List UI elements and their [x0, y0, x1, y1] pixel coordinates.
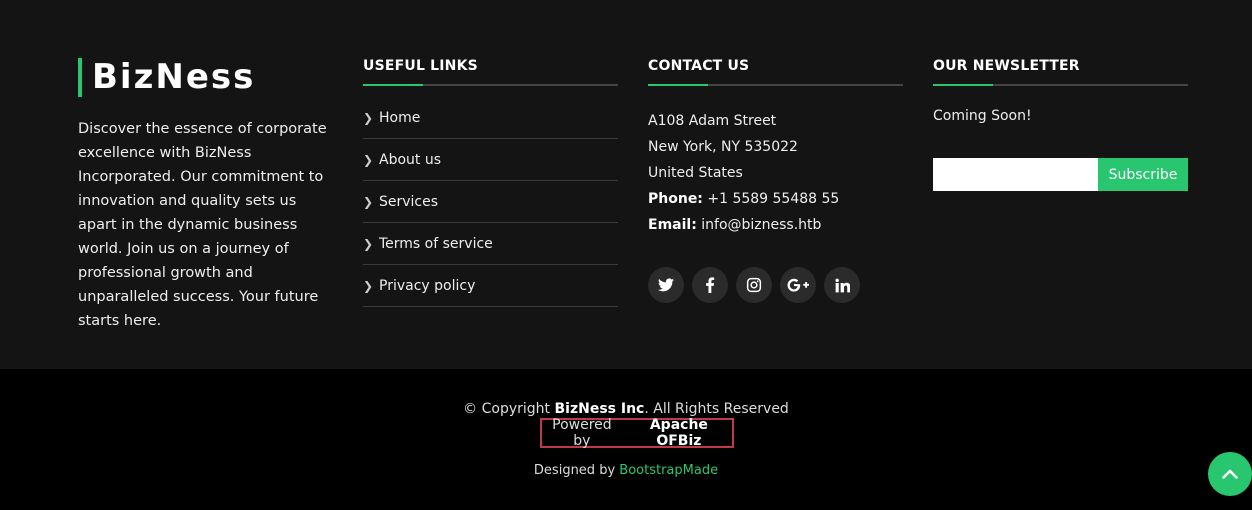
brand-description: Discover the essence of corporate excell… — [78, 121, 327, 329]
link-label[interactable]: About us — [379, 152, 441, 168]
designed-prefix: Designed by — [533, 463, 620, 478]
subscribe-button[interactable]: Subscribe — [1098, 158, 1188, 191]
address-line-2: New York, NY 535022 — [648, 139, 798, 155]
footer-bottom: © Copyright BizNess Inc. All Rights Rese… — [0, 369, 1252, 510]
phone-value: +1 5589 55488 55 — [707, 191, 840, 207]
linkedin-icon[interactable] — [824, 267, 860, 303]
heading-accent — [648, 84, 708, 86]
back-to-top-button[interactable] — [1208, 452, 1252, 496]
address-line-1: A108 Adam Street — [648, 113, 777, 129]
facebook-icon[interactable] — [692, 267, 728, 303]
newsletter-text: Coming Soon! — [933, 108, 1032, 124]
rights-text: . All Rights Reserved — [644, 401, 789, 417]
heading-accent — [363, 84, 423, 86]
address-country: United States — [648, 165, 743, 181]
heading-divider — [648, 84, 903, 86]
social-links — [648, 267, 860, 303]
chevron-right-icon: ❯ — [363, 278, 374, 293]
newsletter-email-input[interactable] — [933, 158, 1098, 191]
link-label[interactable]: Services — [379, 194, 438, 210]
link-label[interactable]: Terms of service — [379, 236, 493, 252]
email-label: Email: — [648, 217, 697, 233]
chevron-right-icon: ❯ — [363, 110, 374, 125]
instagram-icon[interactable] — [736, 267, 772, 303]
copyright-prefix: © Copyright — [463, 401, 555, 417]
chevron-up-icon — [1222, 469, 1238, 479]
google-plus-icon[interactable] — [780, 267, 816, 303]
powered-name: Apache OFBiz — [649, 417, 708, 449]
phone-label: Phone: — [648, 191, 703, 207]
brand-logo[interactable]: BizNess — [78, 58, 255, 97]
newsletter-form: Subscribe — [933, 158, 1188, 191]
heading-accent — [933, 84, 993, 86]
designer-link[interactable]: BootstrapMade — [619, 463, 718, 478]
heading-divider — [933, 84, 1188, 86]
useful-links-list: ❯ Home ❯ About us ❯ Services ❯ Terms of serv… — [363, 97, 618, 307]
email-row: Email: info@bizness.htb — [648, 212, 839, 238]
link-services[interactable]: ❯ Services — [363, 181, 618, 223]
powered-by: Powered by Apache OFBiz — [540, 417, 734, 449]
company-name: BizNess Inc — [554, 401, 645, 417]
chevron-right-icon: ❯ — [363, 194, 374, 209]
link-terms-of-service[interactable]: ❯ Terms of service — [363, 223, 618, 265]
chevron-right-icon: ❯ — [363, 152, 374, 167]
contact-details: A108 Adam Street New York, NY 535022 Uni… — [648, 108, 839, 238]
link-label[interactable]: Privacy policy — [379, 278, 475, 294]
chevron-right-icon: ❯ — [363, 236, 374, 251]
contact-heading: CONTACT US — [648, 58, 750, 74]
link-home[interactable]: ❯ Home — [363, 97, 618, 139]
email-value: info@bizness.htb — [701, 217, 822, 233]
link-label[interactable]: Home — [379, 110, 420, 126]
copyright-text: © Copyright BizNess Inc. All Rights Rese… — [0, 401, 1252, 417]
twitter-icon[interactable] — [648, 267, 684, 303]
link-about-us[interactable]: ❯ About us — [363, 139, 618, 181]
phone-row: Phone: +1 5589 55488 55 — [648, 186, 839, 212]
powered-prefix: Powered by — [552, 417, 612, 449]
heading-divider — [363, 84, 618, 86]
link-privacy-policy[interactable]: ❯ Privacy policy — [363, 265, 618, 307]
footer-top: BizNess Discover the essence of corporat… — [0, 0, 1252, 369]
designed-by: Designed by BootstrapMade — [0, 463, 1252, 478]
newsletter-heading: OUR NEWSLETTER — [933, 58, 1080, 74]
useful-links-heading: USEFUL LINKS — [363, 58, 478, 74]
